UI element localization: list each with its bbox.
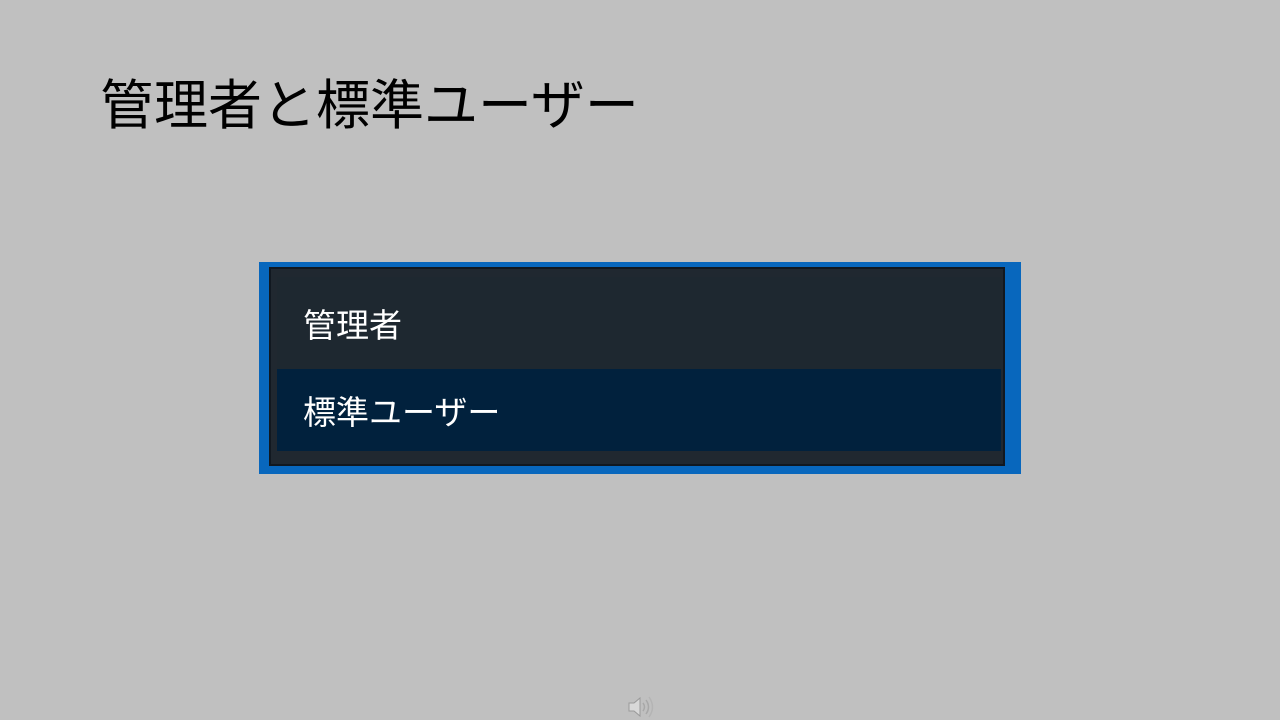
option-administrator-label: 管理者 (303, 306, 402, 345)
option-standard-user-label: 標準ユーザー (303, 393, 501, 432)
option-administrator[interactable]: 管理者 (277, 277, 1001, 369)
slide-title: 管理者と標準ユーザー (100, 74, 639, 137)
account-type-list: 管理者 標準ユーザー (269, 267, 1005, 466)
account-type-dropdown: 管理者 標準ユーザー (259, 262, 1021, 474)
option-standard-user[interactable]: 標準ユーザー (277, 369, 1001, 451)
speaker-icon[interactable] (626, 694, 656, 720)
